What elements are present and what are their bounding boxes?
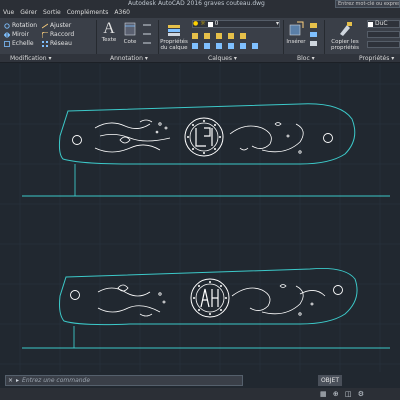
leader-icon [141, 22, 155, 51]
insert-block-icon [288, 21, 304, 39]
menu-item-vue[interactable]: Vue [0, 8, 17, 18]
window-title: Autodesk AutoCAD 2016 graves couteau.dwg [128, 0, 265, 7]
status-icons[interactable]: ▦ ⊕ ◫ ⚙ [320, 390, 366, 398]
layer-color-icon [207, 21, 213, 27]
grid [0, 64, 400, 372]
status-bar: ▦ ⊕ ◫ ⚙ [0, 388, 400, 400]
command-input[interactable]: Entrez une commande [19, 377, 90, 384]
layer-tools-icon [192, 42, 272, 53]
rotation-button[interactable]: Rotation [4, 22, 37, 30]
emblem-bottom [190, 278, 230, 318]
menu-item-sortie[interactable]: Sortie [40, 8, 64, 18]
menu-item-complements[interactable]: Compléments [64, 8, 112, 18]
guide-line-bottom [22, 326, 390, 349]
ajuster-button[interactable]: Ajuster [41, 22, 71, 30]
miroir-button[interactable]: Miroir [3, 31, 29, 39]
guide-line-top [22, 164, 390, 197]
sun-icon: ☼ [200, 20, 206, 27]
handle-hole-top-left [72, 135, 82, 145]
color-dropdown[interactable]: DuC [367, 20, 400, 28]
layer-properties-button[interactable]: Propriétés du calque [160, 21, 188, 51]
menu-item-a360[interactable]: A360 [111, 8, 133, 18]
text-a-icon: A [103, 20, 115, 37]
close-icon[interactable]: × [6, 377, 13, 384]
emblem-top [184, 117, 224, 157]
linetype-dropdown[interactable] [367, 31, 400, 38]
rotate-icon [4, 23, 10, 29]
drawing-canvas[interactable] [0, 64, 400, 372]
handle-outline-bottom [59, 268, 358, 326]
handle-hole-bottom-right [333, 285, 343, 295]
lightbulb-icon: ● [193, 20, 199, 27]
handle-hole-bottom-left [70, 290, 80, 300]
command-line[interactable]: × ▸ Entrez une commande [5, 375, 243, 386]
knife-handle-bottom[interactable] [22, 268, 390, 349]
mirror-icon [3, 32, 11, 38]
fillet-icon [41, 31, 48, 38]
match-properties-icon [337, 21, 353, 39]
dimension-icon [123, 21, 137, 39]
copier-proprietes-button[interactable]: Copier les propriétés [326, 21, 364, 51]
cote-button[interactable]: Cote [121, 21, 139, 45]
drawing-svg [0, 64, 400, 372]
panel-label-bloc[interactable]: Bloc ▾ [297, 54, 315, 63]
lineweight-dropdown[interactable] [367, 41, 400, 48]
array-icon [42, 41, 48, 47]
scale-icon [4, 41, 10, 47]
search-input[interactable]: Entrez mot-clé ou expression [335, 0, 400, 8]
panel-label-annotation[interactable]: Annotation ▾ [110, 54, 148, 63]
handle-outline-top [58, 103, 356, 165]
echelle-button[interactable]: Echelle [4, 40, 34, 48]
block-tools[interactable] [309, 22, 323, 51]
raccord-button[interactable]: Raccord [41, 31, 74, 39]
title-bar: Autodesk AutoCAD 2016 graves couteau.dwg… [0, 0, 400, 8]
object-snap-button[interactable]: OBJET [318, 375, 342, 386]
panel-label-proprietes[interactable]: Propriétés ▾ [359, 54, 394, 63]
menu-bar: Vue Gérer Sortie Compléments A360 [0, 8, 400, 18]
menu-item-gerer[interactable]: Gérer [17, 8, 40, 18]
chevron-down-icon: ▾ [275, 20, 279, 27]
knife-handle-top[interactable] [22, 103, 390, 197]
engraving-top [94, 119, 304, 154]
reseau-button[interactable]: Réseau [42, 40, 72, 48]
annotation-tools[interactable] [141, 22, 155, 51]
block-tools-icon [309, 22, 323, 51]
panel-label-calques[interactable]: Calques ▾ [208, 54, 237, 63]
handle-hole-top-right [323, 133, 333, 143]
trim-icon [41, 23, 49, 29]
ribbon-panel-labels: Modification ▾ Annotation ▾ Calques ▾ Bl… [0, 54, 400, 63]
texte-button[interactable]: A Texte [100, 20, 118, 44]
layer-properties-icon [166, 21, 182, 39]
inserer-button[interactable]: Insérer [285, 21, 307, 45]
layer-tools-row2[interactable] [192, 42, 272, 53]
panel-label-modification[interactable]: Modification ▾ [10, 54, 52, 63]
color-swatch-icon [368, 21, 373, 27]
layer-dropdown[interactable]: ● ☼ 0 ▾ [192, 20, 280, 28]
